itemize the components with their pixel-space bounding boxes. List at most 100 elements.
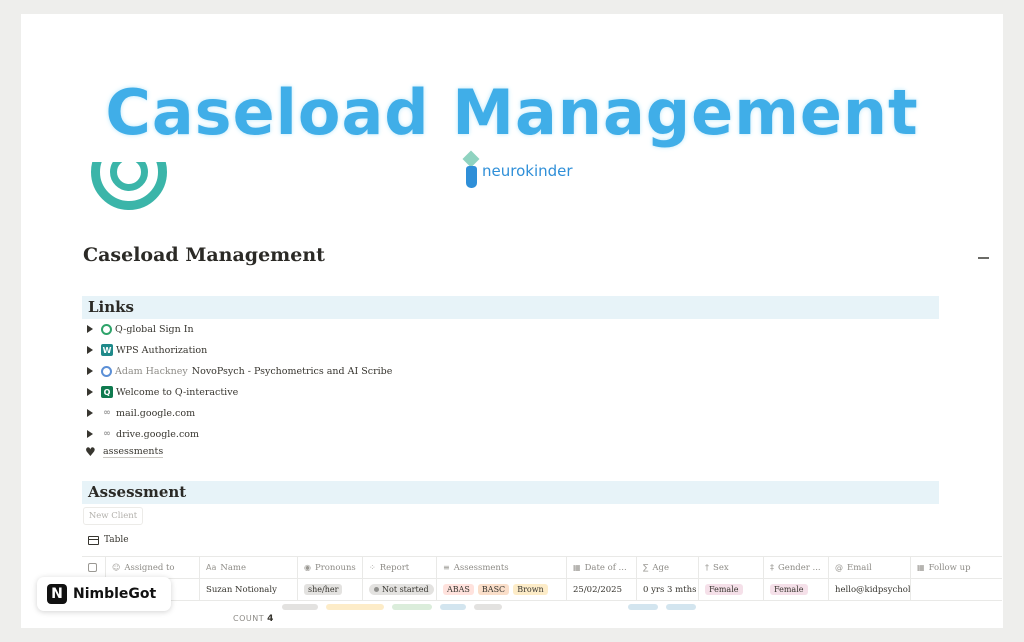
pronouns-tag: she/her xyxy=(304,584,343,595)
brand-name: neurokinder xyxy=(482,162,573,180)
column-assigned-to[interactable]: ☺ Assigned to xyxy=(106,557,200,578)
link-icon: ∞ xyxy=(103,408,111,418)
wps-icon: W xyxy=(101,344,113,356)
toggle-triangle-icon[interactable] xyxy=(87,346,93,354)
name-cell[interactable]: Suzan Notionaly xyxy=(200,579,298,600)
column-label: Sex xyxy=(713,562,729,573)
watermark-label: NimbleGot xyxy=(73,586,157,602)
link-label[interactable]: NovoPsych - Psychometrics and AI Scribe xyxy=(192,366,393,377)
banner-title: Caseload Management xyxy=(105,76,919,149)
link-item-wps[interactable]: W WPS Authorization xyxy=(87,341,207,359)
table-row[interactable]: Suzan Notionaly she/her Not started ABAS… xyxy=(82,578,1002,600)
pronouns-cell[interactable]: she/her xyxy=(298,579,363,600)
count-label: COUNT xyxy=(233,614,265,623)
link-item-mail[interactable]: ∞ mail.google.com xyxy=(87,404,195,422)
table-icon xyxy=(88,535,99,545)
page-title: Caseload Management xyxy=(83,244,325,266)
status-badge: Not started xyxy=(369,584,434,595)
link-item-drive[interactable]: ∞ drive.google.com xyxy=(87,425,199,443)
column-pronouns[interactable]: ◉ Pronouns xyxy=(298,557,363,578)
status-icon: ⁘ xyxy=(369,563,376,572)
date-cell[interactable]: 25/02/2025 xyxy=(567,579,637,600)
assessments-cell[interactable]: ABAS BASC Brown xyxy=(437,579,567,600)
link-icon: ∞ xyxy=(103,429,111,439)
toggle-triangle-icon[interactable] xyxy=(87,388,93,396)
calendar-icon: ▦ xyxy=(917,563,925,572)
link-label[interactable]: drive.google.com xyxy=(116,429,199,440)
column-assessments[interactable]: ≡ Assessments xyxy=(437,557,567,578)
heart-icon: ♥ xyxy=(85,445,96,459)
column-label: Date of ... xyxy=(584,562,627,573)
new-client-button[interactable]: New Client xyxy=(83,507,143,525)
toggle-triangle-icon[interactable] xyxy=(87,325,93,333)
column-follow-up[interactable]: ▦ Follow up xyxy=(911,557,1003,578)
q-global-icon xyxy=(101,323,112,335)
watermark-badge: N NimbleGot xyxy=(37,577,171,611)
link-item-novopsych[interactable]: Adam Hackney NovoPsych - Psychometrics a… xyxy=(87,362,392,380)
column-label: Follow up xyxy=(928,562,971,573)
column-label: Email xyxy=(847,562,872,573)
calendar-icon: ▦ xyxy=(573,563,581,572)
novopsych-icon xyxy=(101,365,112,377)
assessment-tag: Brown xyxy=(513,584,548,595)
column-label: Age xyxy=(652,562,670,573)
gender-tag: Female xyxy=(770,584,808,595)
link-label[interactable]: Q-global Sign In xyxy=(115,324,194,335)
column-label: Assessments xyxy=(453,562,509,573)
count-value: 4 xyxy=(267,614,274,624)
column-sex[interactable]: † Sex xyxy=(699,557,764,578)
tab-table[interactable]: Table xyxy=(88,535,129,545)
table-row-partial xyxy=(82,600,1002,610)
list-icon: ≡ xyxy=(443,563,450,572)
brand-logo: neurokinder xyxy=(462,150,573,192)
neurokinder-logo-icon xyxy=(462,150,480,192)
table-header-row: ☺ Assigned to Aa Name ◉ Pronouns ⁘ Report ≡ A… xyxy=(82,556,1002,578)
sex-cell[interactable]: Female xyxy=(699,579,764,600)
formula-icon: ∑ xyxy=(643,563,649,572)
status-label: Not started xyxy=(382,585,429,594)
nimblegot-logo-icon: N xyxy=(47,584,67,604)
assessment-heading: Assessment xyxy=(82,481,939,504)
gender-cell[interactable]: Female xyxy=(764,579,829,600)
toggle-triangle-icon[interactable] xyxy=(87,367,93,375)
person-figure-icon: † xyxy=(705,563,709,572)
page-card: Caseload Management neurokinder Caseload… xyxy=(21,14,1003,628)
assessments-link-label[interactable]: assessments xyxy=(103,446,164,458)
column-age[interactable]: ∑ Age xyxy=(637,557,699,578)
column-name[interactable]: Aa Name xyxy=(200,557,298,578)
toggle-triangle-icon[interactable] xyxy=(87,430,93,438)
at-icon: @ xyxy=(835,563,843,572)
link-item-q-interactive[interactable]: Q Welcome to Q-interactive xyxy=(87,383,238,401)
tab-table-label[interactable]: Table xyxy=(104,535,129,545)
page-icon xyxy=(91,162,167,210)
assessment-table: ☺ Assigned to Aa Name ◉ Pronouns ⁘ Report ≡ A… xyxy=(82,556,1002,610)
collapse-icon[interactable] xyxy=(978,257,989,259)
assessments-page-link[interactable]: ♥ assessments xyxy=(85,445,164,459)
select-all-checkbox[interactable] xyxy=(82,557,106,578)
link-label[interactable]: WPS Authorization xyxy=(116,345,207,356)
link-author: Adam Hackney xyxy=(115,365,188,377)
report-cell[interactable]: Not started xyxy=(363,579,437,600)
links-heading: Links xyxy=(82,296,939,319)
column-gender[interactable]: ‡ Gender ... xyxy=(764,557,829,578)
email-cell[interactable]: hello@kidpsycholog xyxy=(829,579,911,600)
table-count: COUNT 4 xyxy=(233,614,274,624)
assessment-tag: BASC xyxy=(477,584,510,595)
q-interactive-icon: Q xyxy=(101,386,113,398)
sex-tag: Female xyxy=(705,584,743,595)
follow-up-cell[interactable] xyxy=(911,579,1003,600)
column-report[interactable]: ⁘ Report xyxy=(363,557,437,578)
column-label: Pronouns xyxy=(314,562,356,573)
column-email[interactable]: @ Email xyxy=(829,557,911,578)
assessment-tag: ABAS xyxy=(443,584,474,595)
column-label: Name xyxy=(220,562,246,573)
column-label: Report xyxy=(379,562,410,573)
link-item-q-global[interactable]: Q-global Sign In xyxy=(87,320,194,338)
people-icon: ‡ xyxy=(770,563,774,572)
age-cell[interactable]: 0 yrs 3 mths xyxy=(637,579,699,600)
speech-bubble-icon: ◉ xyxy=(304,563,311,572)
link-label[interactable]: mail.google.com xyxy=(116,408,195,419)
toggle-triangle-icon[interactable] xyxy=(87,409,93,417)
column-date[interactable]: ▦ Date of ... xyxy=(567,557,637,578)
link-label[interactable]: Welcome to Q-interactive xyxy=(116,387,238,398)
